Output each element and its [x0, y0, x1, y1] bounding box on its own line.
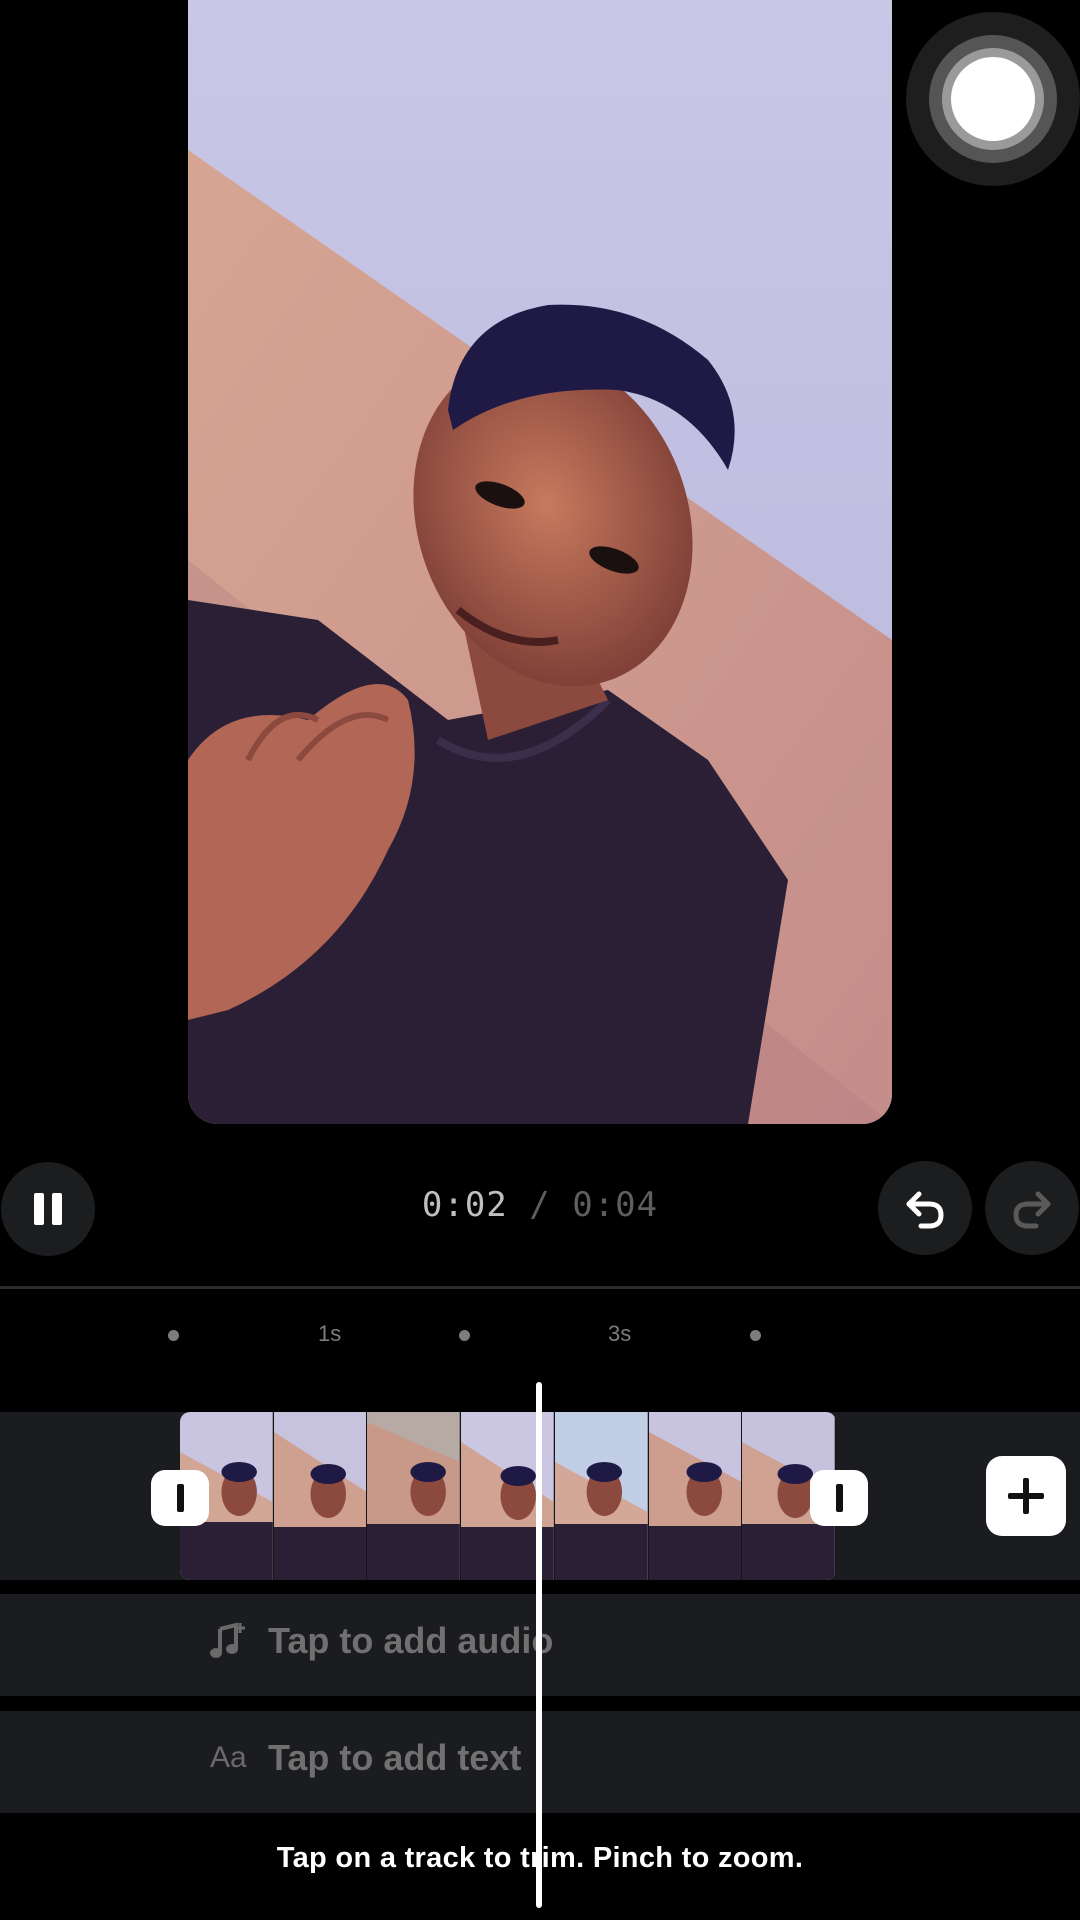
redo-button[interactable]: [985, 1161, 1079, 1255]
controls-divider: [0, 1286, 1080, 1289]
clip-thumbnail: [648, 1412, 743, 1580]
video-preview[interactable]: [188, 0, 892, 1124]
video-clip[interactable]: [180, 1412, 836, 1580]
trim-handle-left[interactable]: [151, 1470, 209, 1526]
trim-handle-right[interactable]: [810, 1470, 868, 1526]
ruler-tick: [459, 1330, 470, 1341]
add-clip-button[interactable]: [986, 1456, 1066, 1536]
video-editor-screen: 0:02 / 0:04 1s 3s Tap to add audio Aa Ta…: [0, 0, 1080, 1920]
add-audio-prompt[interactable]: Tap to add audio: [210, 1620, 553, 1662]
clip-thumbnail: [554, 1412, 649, 1580]
undo-button[interactable]: [878, 1161, 972, 1255]
time-separator: /: [529, 1185, 551, 1225]
assistive-touch-button[interactable]: [906, 12, 1080, 186]
playback-timecode: 0:02 / 0:04: [380, 1185, 700, 1225]
plus-icon: [1008, 1478, 1044, 1514]
playhead[interactable]: [536, 1382, 542, 1908]
ruler-label-1s: 1s: [318, 1321, 342, 1346]
pause-icon: [34, 1193, 62, 1225]
clip-thumbnail: [273, 1412, 368, 1580]
total-time: 0:04: [572, 1185, 659, 1225]
clip-thumbnail: [367, 1412, 462, 1580]
video-frame-image: [188, 0, 892, 1124]
assistive-touch-icon: [951, 57, 1035, 141]
add-audio-label: Tap to add audio: [268, 1620, 554, 1661]
music-note-plus-icon: [210, 1622, 245, 1658]
ruler-tick: [168, 1330, 179, 1341]
ruler-tick: [750, 1330, 761, 1341]
pause-button[interactable]: [1, 1162, 95, 1256]
undo-icon: [906, 1191, 944, 1229]
add-text-prompt[interactable]: Aa Tap to add text: [210, 1737, 521, 1779]
redo-icon: [1013, 1191, 1051, 1229]
text-aa-icon: Aa: [210, 1741, 247, 1774]
current-time: 0:02: [421, 1185, 508, 1225]
ruler-label-3s: 3s: [608, 1321, 632, 1346]
hint-text: Tap on a track to trim. Pinch to zoom.: [276, 1842, 804, 1874]
add-text-label: Tap to add text: [268, 1737, 522, 1778]
